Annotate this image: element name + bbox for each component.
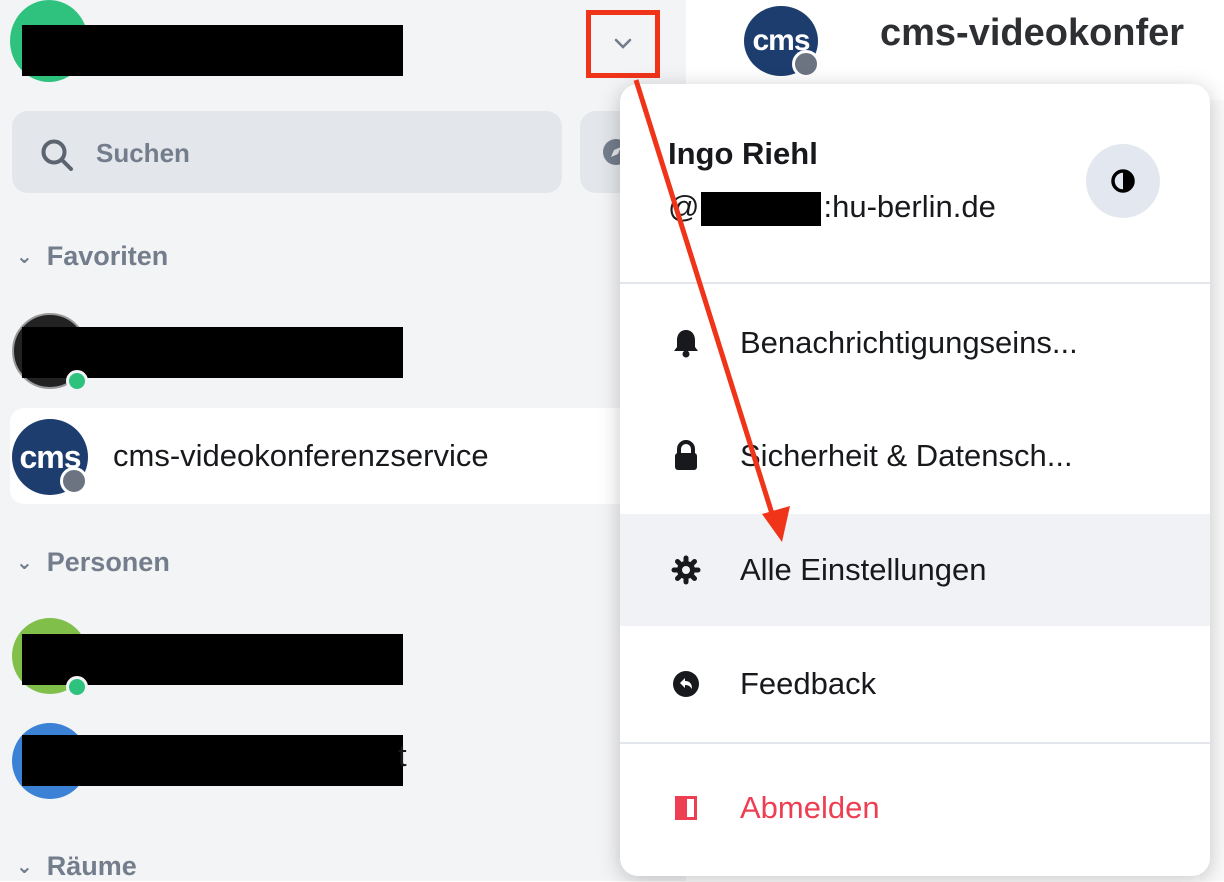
menu-item-security[interactable]: Sicherheit & Datensch... [620,400,1210,512]
redacted-user-id [701,191,822,226]
search-icon [41,139,73,171]
theme-toggle-button[interactable] [1086,144,1160,218]
menu-item-feedback[interactable]: Feedback [620,628,1210,740]
lock-icon [666,440,706,472]
room-list-sidebar: Suchen ⌄ Favoriten cms cms-videokonferen… [0,0,686,881]
chevron-down-icon: ⌄ [16,552,33,574]
menu-item-notifications[interactable]: Benachrichtigungseins... [620,287,1210,399]
presence-dot [66,676,88,698]
menu-item-all-settings[interactable]: Alle Einstellungen [620,514,1210,626]
user-id: @:hu-berlin.de [668,189,996,226]
chevron-down-icon: ⌄ [16,246,33,268]
search-placeholder: Suchen [96,138,190,168]
person-name-fragment: t [398,738,407,773]
gear-icon [666,555,706,585]
chevron-down-icon [614,38,632,49]
room-name: cms-videokonferenzservice [113,438,489,473]
redacted-username [22,25,403,76]
user-menu-toggle[interactable] [586,10,660,78]
menu-item-sign-out[interactable]: Abmelden [620,752,1210,864]
redacted-person-name [22,735,403,786]
feedback-icon [666,669,706,699]
section-favorites[interactable]: ⌄ Favoriten [16,241,168,272]
room-title: cms-videokonfer [880,12,1185,54]
presence-dot [66,370,88,392]
divider [620,742,1210,744]
sign-out-icon [666,794,706,822]
divider [620,282,1210,284]
bell-icon [666,328,706,358]
section-people[interactable]: ⌄ Personen [16,547,170,578]
chevron-down-icon: ⌄ [16,856,33,878]
globe-icon [792,50,820,78]
globe-icon [60,467,88,495]
user-menu: Ingo Riehl @:hu-berlin.de Benachrichtigu… [620,84,1210,876]
search-box[interactable] [12,111,562,193]
user-display-name: Ingo Riehl [668,136,818,171]
section-rooms[interactable]: ⌄ Räume [16,851,137,882]
contrast-icon [1111,169,1135,193]
